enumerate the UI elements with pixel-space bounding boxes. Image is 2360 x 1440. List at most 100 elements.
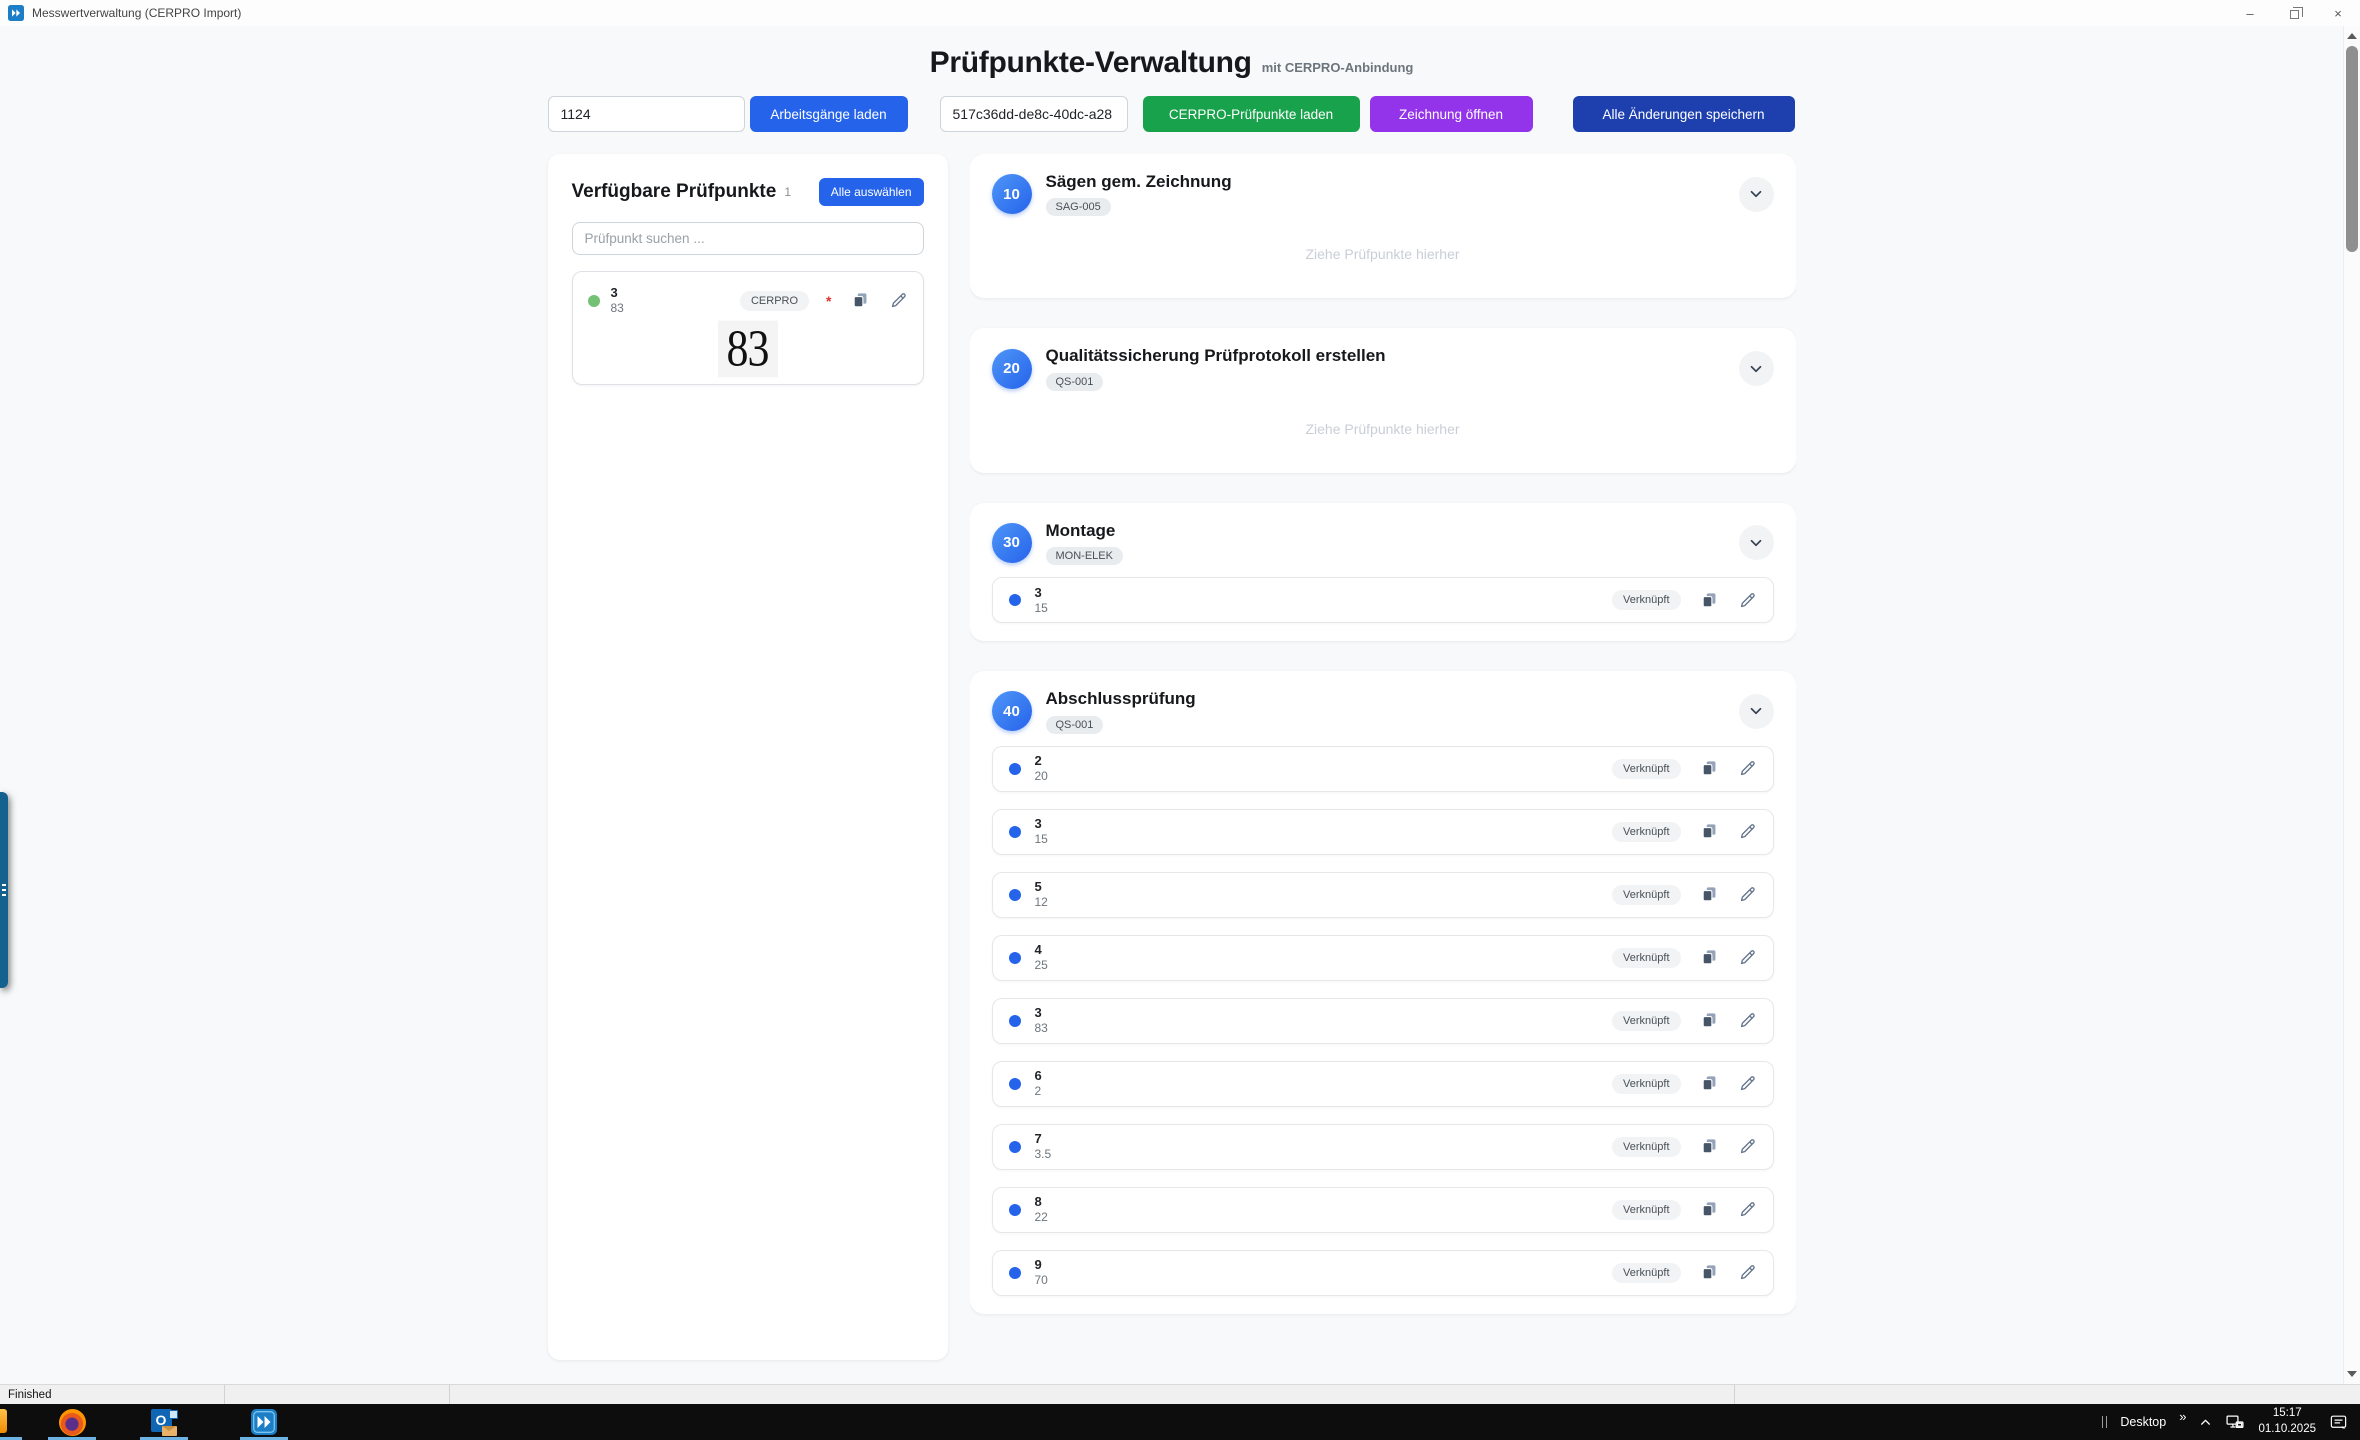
copy-icon	[1700, 1263, 1719, 1282]
taskbar-item-cerpro[interactable]	[240, 1404, 288, 1440]
available-count: 1	[784, 185, 818, 199]
copy-button[interactable]	[1700, 1263, 1719, 1282]
edit-button[interactable]	[1738, 1011, 1757, 1030]
taskbar-item-partial[interactable]	[0, 1404, 24, 1440]
load-operations-button[interactable]: Arbeitsgänge laden	[750, 96, 908, 132]
open-drawing-button[interactable]: Zeichnung öffnen	[1370, 96, 1533, 132]
search-input[interactable]	[572, 222, 924, 255]
minimize-button[interactable]: –	[2228, 0, 2272, 26]
load-cerpro-button[interactable]: CERPRO-Prüfpunkte laden	[1143, 96, 1360, 132]
row-number: 4	[1035, 942, 1324, 958]
available-panel-title: Verfügbare Prüfpunkte	[572, 181, 777, 203]
status-dot-blue	[1009, 1204, 1021, 1216]
pencil-icon	[1738, 1074, 1757, 1093]
restore-button[interactable]	[2272, 0, 2316, 26]
status-dot-blue	[1009, 1267, 1021, 1279]
collapse-button[interactable]	[1739, 177, 1774, 212]
linked-point-row[interactable]: 3 15 Verknüpft	[992, 809, 1774, 855]
section-title: Montage	[1046, 521, 1739, 541]
operation-section-card: 10 Sägen gem. Zeichnung SAG-005 Ziehe Pr…	[970, 154, 1796, 298]
row-value: 22	[1035, 1210, 1324, 1225]
status-dot-blue	[1009, 763, 1021, 775]
copy-button[interactable]	[1700, 591, 1719, 610]
select-all-button[interactable]: Alle auswählen	[819, 178, 924, 206]
linked-point-row[interactable]: 8 22 Verknüpft	[992, 1187, 1774, 1233]
row-value: 70	[1035, 1273, 1324, 1288]
firefox-icon	[59, 1409, 86, 1436]
copy-button[interactable]	[1700, 1137, 1719, 1156]
row-number: 3	[1035, 816, 1324, 832]
collapse-button[interactable]	[1739, 351, 1774, 386]
close-button[interactable]: ×	[2316, 0, 2360, 26]
copy-button[interactable]	[851, 291, 870, 310]
side-flyout-handle[interactable]	[0, 792, 8, 988]
taskbar-item-firefox[interactable]	[48, 1404, 96, 1440]
required-marker: *	[826, 293, 831, 309]
scroll-down-arrow-icon[interactable]	[2347, 1371, 2357, 1377]
linked-point-row[interactable]: 9 70 Verknüpft	[992, 1250, 1774, 1296]
taskbar-grip	[2102, 1416, 2107, 1428]
guid-input[interactable]	[940, 96, 1128, 132]
sections-column: 10 Sägen gem. Zeichnung SAG-005 Ziehe Pr…	[970, 154, 1796, 1360]
status-dot-blue	[1009, 826, 1021, 838]
network-icon[interactable]	[2225, 1412, 2245, 1432]
pencil-icon	[1738, 759, 1757, 778]
edit-button[interactable]	[1738, 759, 1757, 778]
edit-button[interactable]	[1738, 1074, 1757, 1093]
edit-button[interactable]	[1738, 948, 1757, 967]
linked-point-row[interactable]: 7 3.5 Verknüpft	[992, 1124, 1774, 1170]
window-title: Messwertverwaltung (CERPRO Import)	[32, 6, 241, 20]
save-all-button[interactable]: Alle Änderungen speichern	[1573, 96, 1795, 132]
action-center-icon[interactable]	[2329, 1413, 2348, 1432]
linked-point-row[interactable]: 5 12 Verknüpft	[992, 872, 1774, 918]
copy-button[interactable]	[1700, 822, 1719, 841]
edit-button[interactable]	[1738, 1137, 1757, 1156]
toolbar-overflow-chevrons[interactable]: »	[2179, 1409, 2186, 1424]
drop-hint: Ziehe Prüfpunkte hierher	[992, 228, 1774, 280]
copy-button[interactable]	[1700, 759, 1719, 778]
edit-button[interactable]	[889, 291, 908, 310]
desktop-toolbar-label[interactable]: Desktop	[2120, 1415, 2166, 1429]
section-body: Ziehe Prüfpunkte hierher	[992, 403, 1774, 455]
edit-button[interactable]	[1738, 822, 1757, 841]
linked-point-row[interactable]: 6 2 Verknüpft	[992, 1061, 1774, 1107]
vertical-scrollbar[interactable]	[2343, 26, 2360, 1384]
edit-button[interactable]	[1738, 591, 1757, 610]
copy-button[interactable]	[1700, 1011, 1719, 1030]
copy-button[interactable]	[1700, 1200, 1719, 1219]
tray-clock[interactable]: 15:17 01.10.2025	[2258, 1406, 2316, 1437]
taskbar-item-outlook[interactable]: O	[140, 1404, 188, 1440]
scroll-up-arrow-icon[interactable]	[2347, 33, 2357, 39]
collapse-button[interactable]	[1739, 694, 1774, 729]
section-title: Abschlussprüfung	[1046, 689, 1739, 709]
section-body: 3 15 Verknüpft	[992, 577, 1774, 623]
chevron-down-icon	[1747, 534, 1765, 552]
copy-button[interactable]	[1700, 948, 1719, 967]
point-info: 3 15	[1035, 816, 1324, 847]
hidden-icons-chevron-icon[interactable]	[2199, 1416, 2212, 1429]
status-dot-blue	[1009, 1015, 1021, 1027]
section-title: Sägen gem. Zeichnung	[1046, 172, 1739, 192]
linked-point-row[interactable]: 3 15 Verknüpft	[992, 577, 1774, 623]
pencil-icon	[1738, 591, 1757, 610]
available-point-card[interactable]: 3 83 CERPRO * 83	[572, 271, 924, 385]
point-info: 8 22	[1035, 1194, 1324, 1225]
linked-point-row[interactable]: 3 83 Verknüpft	[992, 998, 1774, 1044]
section-number-badge: 30	[992, 523, 1032, 563]
edit-button[interactable]	[1738, 885, 1757, 904]
row-status-badge: Verknüpft	[1612, 1200, 1680, 1220]
copy-button[interactable]	[1700, 1074, 1719, 1093]
edit-button[interactable]	[1738, 1200, 1757, 1219]
section-code-badge: SAG-005	[1046, 198, 1111, 216]
scrollbar-thumb[interactable]	[2346, 46, 2358, 252]
edit-button[interactable]	[1738, 1263, 1757, 1282]
row-value: 12	[1035, 895, 1324, 910]
row-number: 3	[1035, 1005, 1324, 1021]
order-number-input[interactable]	[548, 96, 745, 132]
linked-point-row[interactable]: 4 25 Verknüpft	[992, 935, 1774, 981]
copy-button[interactable]	[1700, 885, 1719, 904]
collapse-button[interactable]	[1739, 525, 1774, 560]
page-header: Prüfpunkte-Verwaltungmit CERPRO-Anbindun…	[548, 26, 1796, 80]
operation-section-card: 40 Abschlussprüfung QS-001 2 20 Verknüpf…	[970, 671, 1796, 1313]
linked-point-row[interactable]: 2 20 Verknüpft	[992, 746, 1774, 792]
